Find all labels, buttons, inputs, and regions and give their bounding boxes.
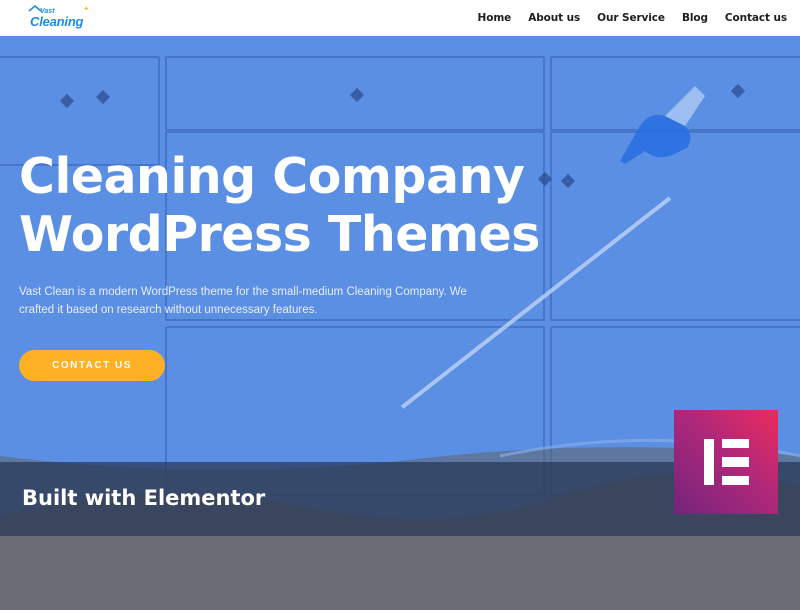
elementor-logo-bar xyxy=(722,457,749,467)
elementor-logo-bar xyxy=(704,439,714,485)
hero-title-line-2: WordPress Themes xyxy=(19,206,540,263)
hero-title: Cleaning Company WordPress Themes xyxy=(19,148,579,264)
hero-title-line-1: Cleaning Company xyxy=(19,148,525,205)
main-nav: Home About us Our Service Blog Contact u… xyxy=(478,12,788,24)
house-icon xyxy=(28,5,42,12)
sparkle-icon: ✦ xyxy=(83,6,90,13)
hero-description: Vast Clean is a modern WordPress theme f… xyxy=(19,286,467,316)
nav-item-home[interactable]: Home xyxy=(478,12,512,24)
elementor-logo-bar xyxy=(722,476,749,485)
banner-text: Built with Elementor xyxy=(22,486,266,510)
elementor-logo-bar xyxy=(722,439,749,448)
site-header: Vast Cleaning ✦ Home About us Our Servic… xyxy=(0,0,800,36)
nav-item-service[interactable]: Our Service xyxy=(597,12,665,24)
elementor-logo-icon xyxy=(674,410,778,514)
site-logo[interactable]: Vast Cleaning ✦ xyxy=(28,5,89,28)
nav-item-about[interactable]: About us xyxy=(528,12,580,24)
contact-us-button[interactable]: CONTACT US xyxy=(19,350,165,381)
nav-item-contact[interactable]: Contact us xyxy=(725,12,787,24)
nav-item-blog[interactable]: Blog xyxy=(682,12,708,24)
